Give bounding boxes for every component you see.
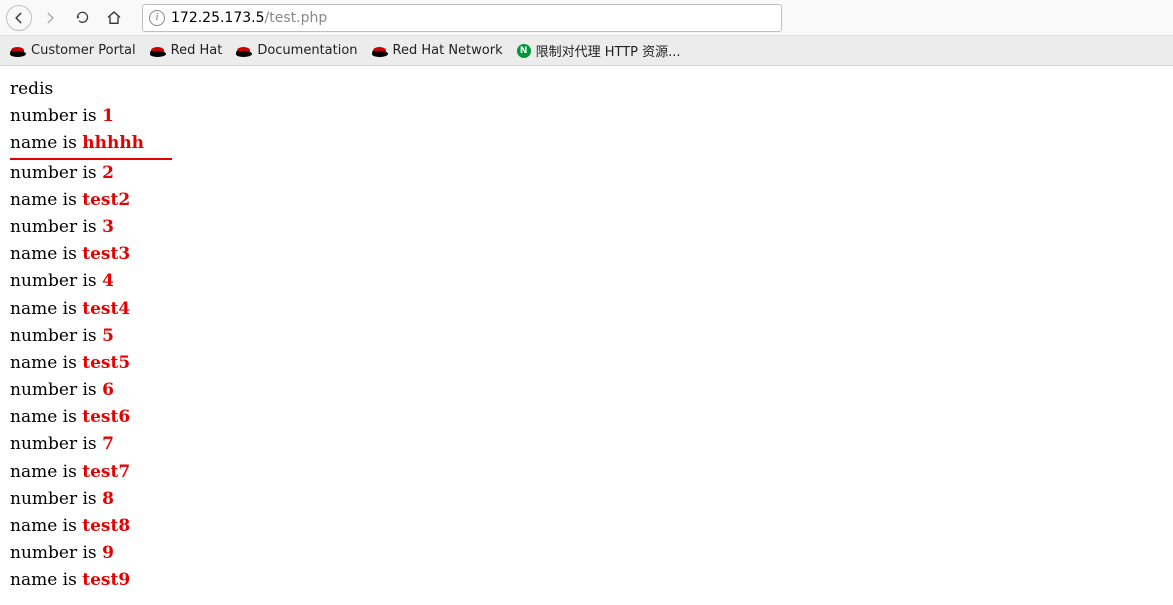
number-value: 2 [102,163,114,183]
number-value: 6 [102,380,114,400]
home-icon [106,10,122,26]
name-prefix: name is [10,570,82,590]
page-title: redis [10,76,1163,103]
bookmark-red-hat[interactable]: Red Hat [150,43,223,58]
browser-toolbar: i 172.25.173.5/test.php [0,0,1173,36]
bookmark-label: Red Hat Network [393,43,503,58]
name-line: name is test3 [10,241,1163,268]
bookmark-nginx-proxy[interactable]: N 限制对代理 HTTP 资源... [517,41,681,60]
back-button[interactable] [6,5,32,31]
name-line: name is test6 [10,404,1163,431]
name-value: test4 [82,299,130,319]
name-line: name is hhhhh [10,130,1163,159]
number-prefix: number is [10,217,102,237]
name-value: hhhhh [82,133,144,153]
bookmark-red-hat-network[interactable]: Red Hat Network [372,43,503,58]
number-line: number is 2 [10,160,1163,187]
number-prefix: number is [10,271,102,291]
number-line: number is 6 [10,377,1163,404]
name-value: test6 [82,407,130,427]
number-line: number is 9 [10,540,1163,567]
bookmark-label: Customer Portal [31,43,136,58]
url-path: /test.php [265,10,328,26]
name-value: test7 [82,462,130,482]
site-info-icon[interactable]: i [149,10,165,26]
number-prefix: number is [10,106,102,126]
number-prefix: number is [10,380,102,400]
number-prefix: number is [10,489,102,509]
number-value: 8 [102,489,114,509]
number-prefix: number is [10,326,102,346]
number-value: 1 [102,106,114,126]
bookmark-customer-portal[interactable]: Customer Portal [10,43,136,58]
name-line: name is test4 [10,296,1163,323]
number-value: 7 [102,434,114,454]
name-value: test5 [82,353,130,373]
number-value: 4 [102,271,114,291]
name-prefix: name is [10,244,82,264]
number-prefix: number is [10,434,102,454]
number-value: 5 [102,326,114,346]
number-value: 9 [102,543,114,563]
underline-highlight: name is hhhhh [10,130,172,159]
forward-button[interactable] [36,4,64,32]
arrow-right-icon [43,11,57,25]
number-line: number is 8 [10,486,1163,513]
name-prefix: name is [10,407,82,427]
number-prefix: number is [10,163,102,183]
address-bar[interactable]: i 172.25.173.5/test.php [142,4,782,32]
name-line: name is test2 [10,187,1163,214]
name-prefix: name is [10,133,82,153]
name-prefix: name is [10,190,82,210]
bookmarks-bar: Customer Portal Red Hat Documentation Red H… [0,36,1173,66]
redhat-icon [150,45,166,57]
redhat-icon [10,45,26,57]
page-content: redis number is 1name is hhhhhnumber is … [0,66,1173,605]
name-prefix: name is [10,299,82,319]
number-line: number is 5 [10,323,1163,350]
name-value: test9 [82,570,130,590]
bookmark-label: Red Hat [171,43,223,58]
redhat-icon [372,45,388,57]
name-value: test3 [82,244,130,264]
number-line: number is 7 [10,431,1163,458]
redhat-icon [236,45,252,57]
bookmark-documentation[interactable]: Documentation [236,43,357,58]
nginx-icon: N [517,44,531,58]
name-line: name is test5 [10,350,1163,377]
number-line: number is 3 [10,214,1163,241]
url-host: 172.25.173.5 [171,10,265,26]
reload-icon [75,10,90,25]
number-line: number is 4 [10,268,1163,295]
name-value: test8 [82,516,130,536]
name-prefix: name is [10,516,82,536]
bookmark-label: 限制对代理 HTTP 资源... [536,41,681,60]
name-line: name is test9 [10,567,1163,594]
reload-button[interactable] [68,4,96,32]
arrow-left-icon [12,11,26,25]
number-value: 3 [102,217,114,237]
name-value: test2 [82,190,130,210]
name-prefix: name is [10,353,82,373]
name-line: name is test8 [10,513,1163,540]
bookmark-label: Documentation [257,43,357,58]
name-prefix: name is [10,462,82,482]
number-prefix: number is [10,543,102,563]
number-line: number is 1 [10,103,1163,130]
name-line: name is test7 [10,459,1163,486]
home-button[interactable] [100,4,128,32]
